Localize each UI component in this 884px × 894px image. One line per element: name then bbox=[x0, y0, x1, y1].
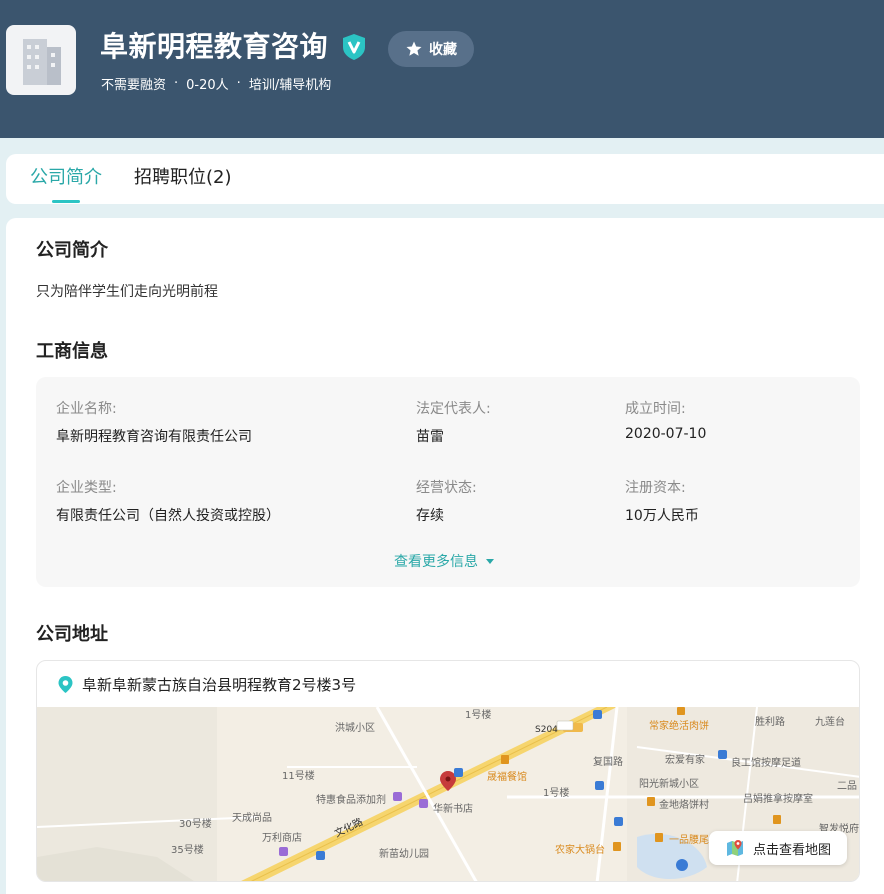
tab-bar: 公司简介 招聘职位(2) bbox=[6, 154, 884, 204]
view-more-link[interactable]: 查看更多信息 bbox=[394, 551, 494, 571]
field-label-legal-rep: 法定代表人: bbox=[416, 401, 491, 417]
map-label: 胜利路 bbox=[755, 717, 785, 728]
map-label: 1号楼 bbox=[543, 788, 570, 799]
view-more-label: 查看更多信息 bbox=[394, 554, 478, 570]
map-label: 天成尚品 bbox=[232, 813, 272, 824]
map-label: 吕娟推拿按摩室 bbox=[743, 794, 813, 805]
address-title: 公司地址 bbox=[36, 624, 108, 645]
company-logo bbox=[6, 25, 76, 95]
intro-text: 只为陪伴学生们走向光明前程 bbox=[36, 284, 218, 300]
address-text: 阜新阜新蒙古族自治县明程教育2号楼3号 bbox=[82, 676, 357, 694]
verified-badge-icon bbox=[341, 33, 367, 61]
field-label-company-name: 企业名称: bbox=[56, 401, 117, 417]
map-label: 复国路 bbox=[593, 757, 623, 768]
open-map-button[interactable]: 点击查看地图 bbox=[709, 831, 847, 865]
map-label: 常家绝活肉饼 bbox=[649, 721, 709, 732]
intro-title: 公司简介 bbox=[36, 240, 108, 261]
map-label: 新苗幼儿园 bbox=[379, 849, 429, 860]
field-value-founded: 2020-07-10 bbox=[625, 426, 707, 442]
map-label: 一品腰尾 bbox=[669, 835, 709, 846]
map-label: 35号楼 bbox=[171, 845, 204, 856]
map-icon bbox=[726, 840, 743, 856]
map-label: 阳光新城小区 bbox=[639, 779, 699, 790]
business-info-title: 工商信息 bbox=[36, 341, 108, 362]
location-pin-icon bbox=[58, 676, 73, 693]
map-label: 晟福餐馆 bbox=[487, 772, 527, 783]
map-label: 二品 bbox=[837, 781, 857, 792]
map-label: 1号楼 bbox=[465, 710, 492, 721]
field-value-legal-rep: 苗雷 bbox=[416, 429, 444, 445]
map-label: 宏爱有家 bbox=[665, 755, 705, 766]
favorite-button[interactable]: 收藏 bbox=[388, 31, 474, 67]
field-value-company-name: 阜新明程教育咨询有限责任公司 bbox=[56, 429, 252, 445]
company-header: 阜新明程教育咨询 收藏 不需要融资 · 0-20人 · 培训/辅导机构 bbox=[0, 0, 884, 138]
map-label: 农家大锅台 bbox=[555, 845, 605, 856]
field-value-capital: 10万人民币 bbox=[625, 508, 699, 524]
map-label: 万利商店 bbox=[262, 833, 302, 844]
field-label-company-type: 企业类型: bbox=[56, 480, 117, 496]
main-content: 公司简介 只为陪伴学生们走向光明前程 工商信息 企业名称: 阜新明程教育咨询有限… bbox=[6, 218, 884, 894]
address-line: 阜新阜新蒙古族自治县明程教育2号楼3号 bbox=[57, 674, 356, 695]
map-label: 30号楼 bbox=[179, 819, 212, 830]
map-label: 良工馆按摩足道 bbox=[731, 758, 801, 769]
map-preview[interactable]: 洪城小区 1号楼 S204 常家绝活肉饼 胜利路 九莲台 11号楼 晟福餐馆 复… bbox=[37, 707, 859, 881]
map-label: 洪城小区 bbox=[335, 723, 375, 734]
map-label: S204 bbox=[535, 725, 558, 735]
field-value-company-type: 有限责任公司（自然人投资或控股） bbox=[56, 508, 280, 524]
field-label-status: 经营状态: bbox=[416, 480, 477, 496]
map-label: 特惠食品添加剂 bbox=[316, 795, 386, 806]
tab-company-intro[interactable]: 公司简介 bbox=[30, 166, 102, 190]
field-label-founded: 成立时间: bbox=[625, 401, 686, 417]
business-info-panel: 企业名称: 阜新明程教育咨询有限责任公司 法定代表人: 苗雷 成立时间: 202… bbox=[36, 377, 860, 587]
map-label: 11号楼 bbox=[282, 771, 315, 782]
size-tag: 0-20人 bbox=[186, 78, 229, 93]
favorite-label: 收藏 bbox=[429, 42, 457, 58]
map-label: 华新书店 bbox=[433, 804, 473, 815]
field-value-status: 存续 bbox=[416, 508, 444, 524]
company-name: 阜新明程教育咨询 bbox=[100, 30, 329, 63]
address-panel: 阜新阜新蒙古族自治县明程教育2号楼3号 洪城小区 1号楼 S204 常家绝活肉饼… bbox=[36, 660, 860, 882]
open-map-label: 点击查看地图 bbox=[752, 842, 831, 858]
company-tags: 不需要融资 · 0-20人 · 培训/辅导机构 bbox=[101, 76, 332, 93]
active-tab-indicator bbox=[52, 200, 80, 203]
star-icon bbox=[406, 41, 422, 56]
funding-tag: 不需要融资 bbox=[101, 78, 167, 93]
field-label-capital: 注册资本: bbox=[625, 480, 686, 496]
tab-jobs[interactable]: 招聘职位(2) bbox=[134, 166, 232, 190]
map-label: 金地烙饼村 bbox=[659, 800, 709, 811]
caret-down-icon bbox=[486, 558, 494, 564]
industry-tag: 培训/辅导机构 bbox=[248, 78, 332, 93]
map-label: 九莲台 bbox=[815, 717, 845, 728]
